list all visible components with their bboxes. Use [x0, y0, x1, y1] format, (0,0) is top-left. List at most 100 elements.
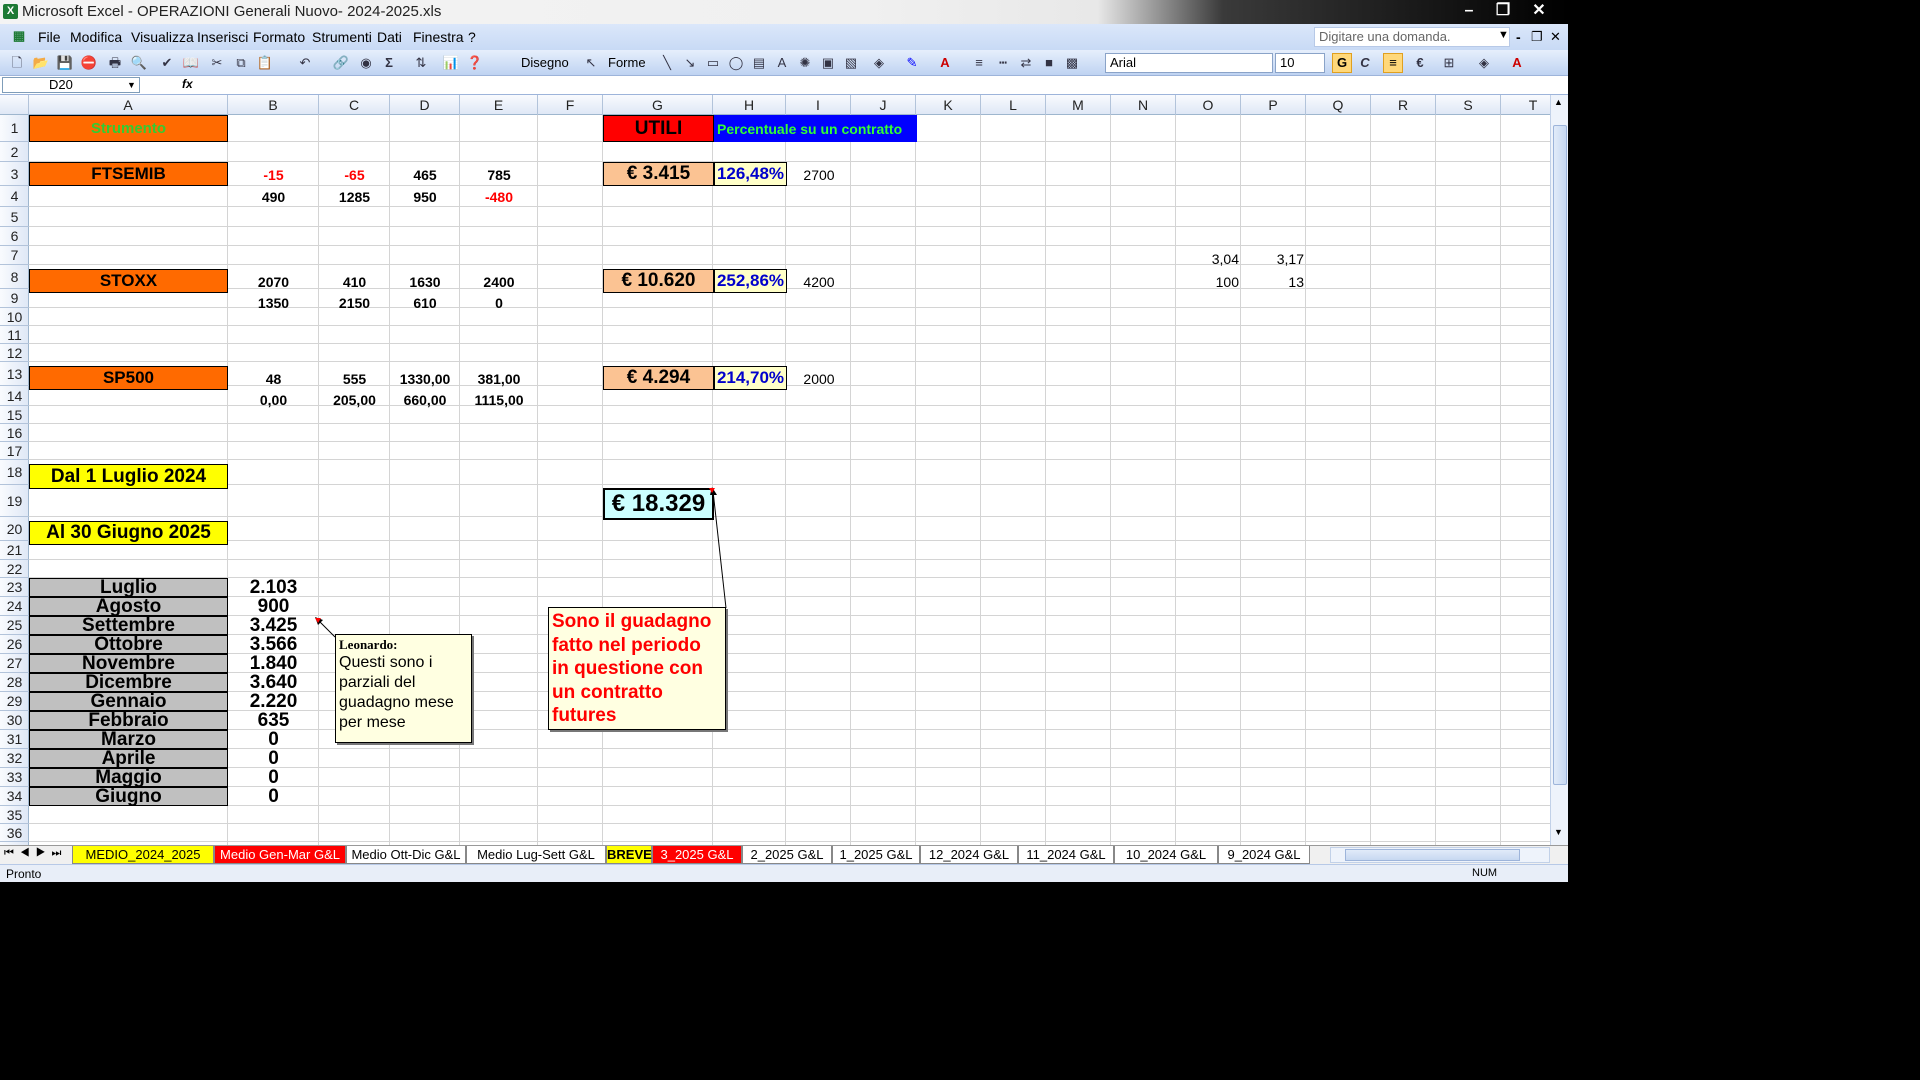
sheet-tab[interactable]: 1_2025 G&L — [832, 846, 920, 864]
diagram-icon[interactable]: ✺ — [796, 54, 814, 72]
row-header-15[interactable]: 15 — [0, 406, 29, 424]
row-header-1[interactable]: 1 — [0, 115, 29, 142]
scroll-down-icon[interactable]: ▼ — [1554, 827, 1563, 837]
row-header-17[interactable]: 17 — [0, 442, 29, 460]
print-icon[interactable]: 🖶 — [106, 54, 124, 72]
sheet-tab[interactable]: BREVE — [606, 846, 652, 864]
scroll-up-icon[interactable]: ▲ — [1554, 97, 1563, 107]
close-button[interactable]: ✕ — [1522, 0, 1556, 22]
sort-ascending-icon[interactable]: ⇅ — [412, 54, 430, 72]
help-icon[interactable]: ❓ — [466, 54, 484, 72]
row-header-36[interactable]: 36 — [0, 824, 29, 842]
sheet-tab[interactable]: Medio Gen-Mar G&L — [214, 846, 346, 864]
col-header-p[interactable]: P — [1241, 95, 1306, 115]
row-header-21[interactable]: 21 — [0, 541, 29, 560]
horizontal-scrollbar[interactable] — [1330, 847, 1550, 863]
col-header-a[interactable]: A — [29, 95, 228, 115]
row-header-25[interactable]: 25 — [0, 616, 29, 635]
row-header-27[interactable]: 27 — [0, 654, 29, 673]
italic-button[interactable]: C — [1356, 54, 1374, 72]
sheet-tab[interactable]: Medio Ott-Dic G&L — [346, 846, 466, 864]
row-header-32[interactable]: 32 — [0, 749, 29, 768]
align-center-icon[interactable]: ≡ — [1383, 53, 1403, 73]
chevron-down-icon[interactable]: ▼ — [124, 78, 139, 92]
select-pointer-icon[interactable]: ↖ — [582, 54, 600, 72]
print-preview-icon[interactable]: 🔍 — [130, 54, 148, 72]
col-header-c[interactable]: C — [319, 95, 390, 115]
menu-formato[interactable]: Formato — [253, 29, 305, 45]
borders-icon[interactable]: ⊞ — [1440, 54, 1458, 72]
shadow-icon[interactable]: ■ — [1040, 54, 1058, 72]
worksheet-grid[interactable]: Strumento UTILI Percentuale su un contra… — [29, 115, 1550, 845]
copy-icon[interactable]: ⧉ — [232, 54, 250, 72]
row-header-9[interactable]: 9 — [0, 289, 29, 308]
row-header-35[interactable]: 35 — [0, 806, 29, 824]
open-icon[interactable]: 📂 — [32, 54, 50, 72]
row-header-16[interactable]: 16 — [0, 424, 29, 442]
formula-input[interactable] — [200, 76, 1568, 94]
line-style-icon[interactable]: ≡ — [970, 54, 988, 72]
maximize-button[interactable]: ❐ — [1486, 0, 1520, 22]
font-color-2-icon[interactable]: A — [1508, 54, 1526, 72]
line-color-icon[interactable]: ✎ — [903, 54, 921, 72]
row-header-3[interactable]: 3 — [0, 162, 29, 186]
fx-icon[interactable]: fx — [182, 77, 193, 91]
line-icon[interactable]: ╲ — [658, 54, 676, 72]
col-header-s[interactable]: S — [1436, 95, 1501, 115]
restore-workbook-button[interactable]: ❐ — [1531, 29, 1543, 45]
row-header-10[interactable]: 10 — [0, 308, 29, 326]
menu-visualizza[interactable]: Visualizza — [131, 29, 194, 45]
fill-color-icon[interactable]: ◈ — [870, 54, 888, 72]
col-header-e[interactable]: E — [460, 95, 538, 115]
arrow-style-icon[interactable]: ⇄ — [1017, 54, 1035, 72]
menu-help[interactable]: ? — [468, 29, 476, 45]
font-name-select[interactable]: Arial — [1105, 53, 1273, 73]
draw-menu-button[interactable]: Disegno — [521, 55, 569, 70]
oval-icon[interactable]: ◯ — [727, 54, 745, 72]
3d-icon[interactable]: ▩ — [1063, 54, 1081, 72]
col-header-r[interactable]: R — [1371, 95, 1436, 115]
chart-wizard-icon[interactable]: 📊 — [442, 54, 460, 72]
row-header-6[interactable]: 6 — [0, 227, 29, 246]
vertical-scrollbar[interactable]: ▲ ▼ — [1550, 95, 1568, 845]
highlight-icon[interactable]: ◈ — [1475, 54, 1493, 72]
col-header-f[interactable]: F — [538, 95, 603, 115]
row-header-34[interactable]: 34 — [0, 787, 29, 806]
col-header-l[interactable]: L — [981, 95, 1046, 115]
menu-inserisci[interactable]: Inserisci — [197, 29, 248, 45]
row-header-31[interactable]: 31 — [0, 730, 29, 749]
col-header-g[interactable]: G — [603, 95, 713, 115]
cut-icon[interactable]: ✂ — [208, 54, 226, 72]
row-header-19[interactable]: 19 — [0, 485, 29, 517]
menu-dati[interactable]: Dati — [377, 29, 402, 45]
name-box[interactable]: D20 ▼ — [2, 77, 140, 93]
arrow-icon[interactable]: ↘ — [681, 54, 699, 72]
row-header-29[interactable]: 29 — [0, 692, 29, 711]
sheet-tab[interactable]: 11_2024 G&L — [1018, 846, 1114, 864]
spelling-icon[interactable]: ✔ — [158, 54, 176, 72]
textbox-icon[interactable]: ▤ — [750, 54, 768, 72]
sheet-tab[interactable]: 3_2025 G&L — [652, 846, 742, 864]
row-header-5[interactable]: 5 — [0, 207, 29, 227]
save-icon[interactable]: 💾 — [56, 54, 74, 72]
paste-icon[interactable]: 📋 — [256, 54, 274, 72]
font-color-icon[interactable]: A — [936, 54, 954, 72]
row-header-14[interactable]: 14 — [0, 386, 29, 406]
col-header-m[interactable]: M — [1046, 95, 1111, 115]
row-header-28[interactable]: 28 — [0, 673, 29, 692]
row-header-30[interactable]: 30 — [0, 711, 29, 730]
row-header-2[interactable]: 2 — [0, 142, 29, 162]
wordart-icon[interactable]: A — [773, 54, 791, 72]
undo-icon[interactable]: ↶ — [296, 54, 314, 72]
col-header-j[interactable]: J — [851, 95, 916, 115]
col-header-d[interactable]: D — [390, 95, 460, 115]
workbook-icon[interactable]: ▦ — [10, 27, 28, 45]
close-workbook-button[interactable]: ✕ — [1550, 29, 1561, 45]
row-header-4[interactable]: 4 — [0, 186, 29, 207]
col-header-k[interactable]: K — [916, 95, 981, 115]
row-header-18[interactable]: 18 — [0, 460, 29, 485]
col-header-h[interactable]: H — [713, 95, 786, 115]
col-header-n[interactable]: N — [1111, 95, 1176, 115]
row-header-11[interactable]: 11 — [0, 326, 29, 344]
select-all-corner[interactable] — [0, 95, 29, 115]
